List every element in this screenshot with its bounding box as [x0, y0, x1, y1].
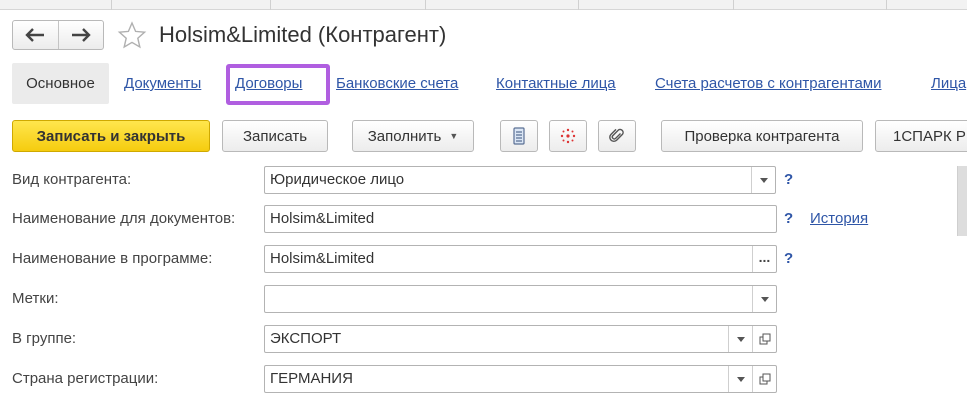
docname-help[interactable]: ? — [784, 209, 793, 229]
open-window-icon — [759, 333, 770, 345]
progname-help[interactable]: ? — [784, 249, 793, 269]
history-link[interactable]: История — [810, 209, 868, 229]
progname-input[interactable]: Holsim&Limited ... — [264, 245, 777, 273]
country-dropdown-button[interactable] — [728, 366, 752, 392]
country-label: Страна регистрации: — [12, 370, 159, 387]
back-button[interactable] — [13, 21, 58, 49]
top-strip — [0, 0, 967, 10]
tab-settlement-accounts[interactable]: Счета расчетов с контрагентами — [655, 75, 881, 93]
ellipsis-icon: ... — [758, 249, 771, 265]
progname-more-button[interactable]: ... — [752, 246, 776, 272]
type-dropdown-button[interactable] — [751, 167, 775, 193]
docname-value: Holsim&Limited — [270, 210, 375, 227]
group-select[interactable]: ЭКСПОРТ — [264, 325, 777, 353]
scrollbar[interactable] — [957, 166, 967, 236]
type-select[interactable]: Юридическое лицо — [264, 166, 776, 194]
check-counterparty-button[interactable]: Проверка контрагента — [661, 120, 863, 152]
structure-button[interactable] — [549, 120, 587, 152]
list-icon — [513, 127, 525, 145]
arrow-left-icon — [25, 28, 45, 42]
chevron-down-icon — [736, 336, 745, 342]
country-value: ГЕРМАНИЯ — [270, 370, 353, 387]
star-outline-icon[interactable] — [117, 21, 147, 49]
tags-dropdown-button[interactable] — [752, 286, 776, 312]
country-open-button[interactable] — [752, 366, 776, 392]
fill-button-label: Заполнить — [367, 127, 442, 145]
group-label: В группе: — [12, 330, 77, 347]
group-dropdown-button[interactable] — [728, 326, 752, 352]
forward-button[interactable] — [57, 21, 104, 49]
progname-label: Наименование в программе: — [12, 250, 213, 267]
type-label: Вид контрагента: — [12, 171, 132, 188]
attach-button[interactable] — [598, 120, 636, 152]
tags-select[interactable] — [264, 285, 777, 313]
chevron-down-icon: ▼ — [449, 131, 459, 141]
country-select[interactable]: ГЕРМАНИЯ — [264, 365, 777, 393]
hierarchy-icon — [560, 128, 576, 144]
paperclip-icon — [609, 128, 624, 142]
tab-highlight — [226, 64, 330, 105]
type-help[interactable]: ? — [784, 170, 793, 190]
fill-button[interactable]: Заполнить ▼ — [352, 120, 474, 152]
tab-bank-accounts[interactable]: Банковские счета — [336, 75, 458, 93]
docname-label: Наименование для документов: — [12, 210, 236, 227]
chevron-down-icon — [760, 296, 769, 302]
open-window-icon — [759, 373, 770, 385]
type-value: Юридическое лицо — [270, 171, 405, 188]
page-title: Holsim&Limited (Контрагент) — [159, 22, 447, 47]
chevron-down-icon — [759, 177, 768, 183]
navigation-buttons — [12, 20, 104, 50]
list-button[interactable] — [500, 120, 538, 152]
progname-value: Holsim&Limited — [270, 250, 375, 267]
group-open-button[interactable] — [752, 326, 776, 352]
tab-contact-persons[interactable]: Контактные лица — [496, 75, 616, 93]
save-and-close-button[interactable]: Записать и закрыть — [12, 120, 210, 152]
spark-button[interactable]: 1СПАРК Р — [875, 120, 967, 152]
arrow-right-icon — [71, 28, 91, 42]
docname-input[interactable]: Holsim&Limited — [264, 205, 777, 233]
chevron-down-icon — [736, 376, 745, 382]
tab-persons[interactable]: Лица — [931, 75, 966, 93]
group-value: ЭКСПОРТ — [270, 330, 342, 347]
tab-documents[interactable]: Документы — [124, 75, 201, 93]
tab-main[interactable]: Основное — [12, 63, 109, 104]
tags-label: Метки: — [12, 290, 59, 307]
save-button[interactable]: Записать — [222, 120, 328, 152]
